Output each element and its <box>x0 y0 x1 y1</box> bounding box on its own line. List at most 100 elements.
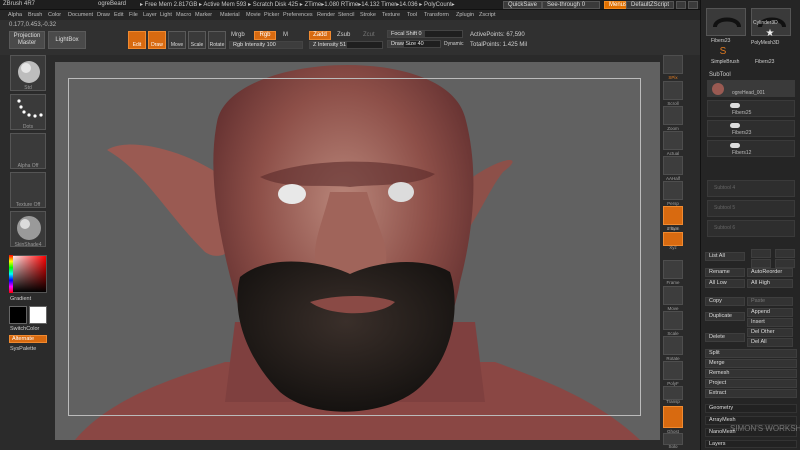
arrow-down-icon[interactable] <box>751 259 771 268</box>
remesh-button[interactable]: Remesh <box>705 369 797 378</box>
all-low-button[interactable]: All Low <box>705 279 745 288</box>
geometry-menu[interactable]: Geometry <box>705 404 797 413</box>
extract-button[interactable]: Extract <box>705 389 797 398</box>
switch-color-button[interactable]: SwitchColor <box>10 326 39 332</box>
subtool-title[interactable]: SubTool <box>709 72 731 78</box>
menu-item[interactable]: Material <box>220 12 240 18</box>
menu-item[interactable]: Zplugin <box>456 12 474 18</box>
zsub-button[interactable]: Zsub <box>337 32 350 38</box>
menu-item[interactable]: Render <box>317 12 335 18</box>
all-high-button[interactable]: All High <box>747 279 793 288</box>
menu-item[interactable]: Macro <box>176 12 191 18</box>
menu-item[interactable]: Draw <box>97 12 110 18</box>
z-intensity-slider[interactable]: Z Intensity 51 <box>309 41 383 49</box>
main-color-swatch[interactable] <box>9 306 27 324</box>
visibility-toggle-icon[interactable] <box>730 143 740 148</box>
draw-size-slider[interactable]: Draw Size 40 <box>387 40 441 48</box>
dynamic-button[interactable]: Dynamic <box>444 41 463 47</box>
visibility-toggle-icon[interactable] <box>730 123 740 128</box>
zcut-button[interactable]: Zcut <box>363 32 375 38</box>
arrow-up-icon[interactable] <box>751 249 771 258</box>
menu-item[interactable]: Document <box>68 12 93 18</box>
menu-item[interactable]: Tool <box>407 12 417 18</box>
subtool-item[interactable]: Fibers23 <box>707 120 795 137</box>
local-symmetry-button[interactable] <box>663 206 683 225</box>
spix-button[interactable] <box>663 55 683 74</box>
scale-view-button[interactable] <box>663 311 683 330</box>
lightbox-button[interactable]: LightBox <box>48 31 86 49</box>
menu-item[interactable]: Color <box>48 12 61 18</box>
rotate-button[interactable]: Rotate <box>208 31 226 49</box>
del-other-button[interactable]: Del Other <box>747 328 793 337</box>
mrgb-button[interactable]: Mrgb <box>231 32 245 38</box>
split-button[interactable]: Split <box>705 349 797 358</box>
draw-button[interactable]: Draw <box>148 31 166 49</box>
menu-item[interactable]: Stencil <box>338 12 355 18</box>
auto-reorder-button[interactable]: AutoReorder <box>747 268 793 277</box>
rename-button[interactable]: Rename <box>705 268 745 277</box>
projection-master-button[interactable]: Projection Master <box>9 31 45 49</box>
menu-item[interactable]: Light <box>160 12 172 18</box>
arrow-down-icon[interactable] <box>775 259 795 268</box>
menu-item[interactable]: Transform <box>424 12 449 18</box>
menu-item[interactable]: Layer <box>143 12 157 18</box>
move-button[interactable]: Move <box>168 31 186 49</box>
rgb-intensity-slider[interactable]: Rgb Intensity 100 <box>229 41 303 49</box>
zoom-button[interactable] <box>663 106 683 125</box>
subtool-item[interactable]: Fibers25 <box>707 100 795 117</box>
menu-item[interactable]: Edit <box>114 12 123 18</box>
menu-item[interactable]: Alpha <box>8 12 22 18</box>
color-picker[interactable] <box>9 255 47 293</box>
hue-strip[interactable] <box>9 255 13 293</box>
menu-item[interactable]: Stroke <box>360 12 376 18</box>
menu-item[interactable]: Picker <box>264 12 279 18</box>
project-button[interactable]: Project <box>705 379 797 388</box>
actual-button[interactable] <box>663 131 683 150</box>
menu-item[interactable]: Brush <box>28 12 42 18</box>
layers-menu[interactable]: Layers <box>705 440 797 448</box>
default-script-button[interactable]: DefaultZScript <box>626 1 675 9</box>
list-all-button[interactable]: List All <box>705 252 745 261</box>
m-button[interactable]: M <box>283 32 288 38</box>
insert-button[interactable]: Insert <box>747 318 793 327</box>
minimize-icon[interactable] <box>676 1 686 9</box>
focal-shift-slider[interactable]: Focal Shift 0 <box>387 30 463 38</box>
del-all-button[interactable]: Del All <box>747 338 793 347</box>
arrow-up-icon[interactable] <box>775 249 795 258</box>
aahalf-button[interactable] <box>663 156 683 175</box>
alternate-button[interactable]: Alternate <box>9 335 47 343</box>
paste-button[interactable]: Paste <box>747 297 793 306</box>
subtool-item[interactable]: ogreHead_001 <box>707 80 795 97</box>
visibility-toggle-icon[interactable] <box>730 103 740 108</box>
delete-button[interactable]: Delete <box>705 333 745 342</box>
menu-item[interactable]: Zscript <box>479 12 496 18</box>
merge-button[interactable]: Merge <box>705 359 797 368</box>
append-button[interactable]: Append <box>747 308 793 317</box>
subtool-item[interactable]: Fibers12 <box>707 140 795 157</box>
transp-button[interactable] <box>663 386 683 400</box>
duplicate-button[interactable]: Duplicate <box>705 312 745 321</box>
zadd-button[interactable]: Zadd <box>309 31 331 40</box>
menu-item[interactable]: Movie <box>246 12 261 18</box>
frame-button[interactable] <box>663 260 683 279</box>
menu-item[interactable]: Texture <box>382 12 400 18</box>
document-canvas[interactable] <box>55 62 660 440</box>
maximize-icon[interactable] <box>688 1 698 9</box>
scale-button[interactable]: Scale <box>188 31 206 49</box>
gradient-label[interactable]: Gradient <box>10 296 31 302</box>
scroll-button[interactable] <box>663 81 683 100</box>
rgb-button[interactable]: Rgb <box>254 31 276 40</box>
xyz-button[interactable] <box>663 232 683 246</box>
ghost-button[interactable] <box>663 406 683 428</box>
see-through-slider[interactable]: See-through 0 <box>542 1 600 9</box>
rotate-view-button[interactable] <box>663 336 683 355</box>
quicksave-button[interactable]: QuickSave <box>503 1 543 9</box>
simple-brush-icon[interactable]: S <box>717 46 729 58</box>
persp-button[interactable] <box>663 181 683 200</box>
secondary-color-swatch[interactable] <box>29 306 47 324</box>
menu-item[interactable]: File <box>129 12 138 18</box>
move-view-button[interactable] <box>663 286 683 305</box>
copy-button[interactable]: Copy <box>705 297 745 306</box>
edit-button[interactable]: Edit <box>128 31 146 49</box>
menu-item[interactable]: Preferences <box>283 12 313 18</box>
